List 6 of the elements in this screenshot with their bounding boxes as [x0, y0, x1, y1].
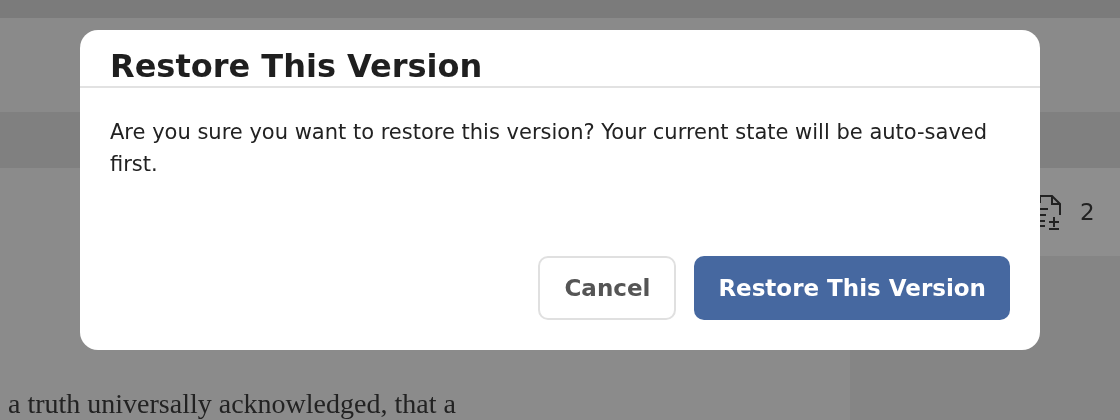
- dialog-message: Are you sure you want to restore this version? Your current state will be auto-saved first.: [110, 119, 989, 178]
- change-count: 2: [1080, 199, 1095, 225]
- dialog-title: Restore This Version: [80, 30, 1040, 88]
- document-text: a truth universally acknowledged, that a: [8, 390, 457, 418]
- restore-button[interactable]: Restore This Version: [694, 256, 1010, 320]
- cancel-button[interactable]: Cancel: [538, 256, 677, 320]
